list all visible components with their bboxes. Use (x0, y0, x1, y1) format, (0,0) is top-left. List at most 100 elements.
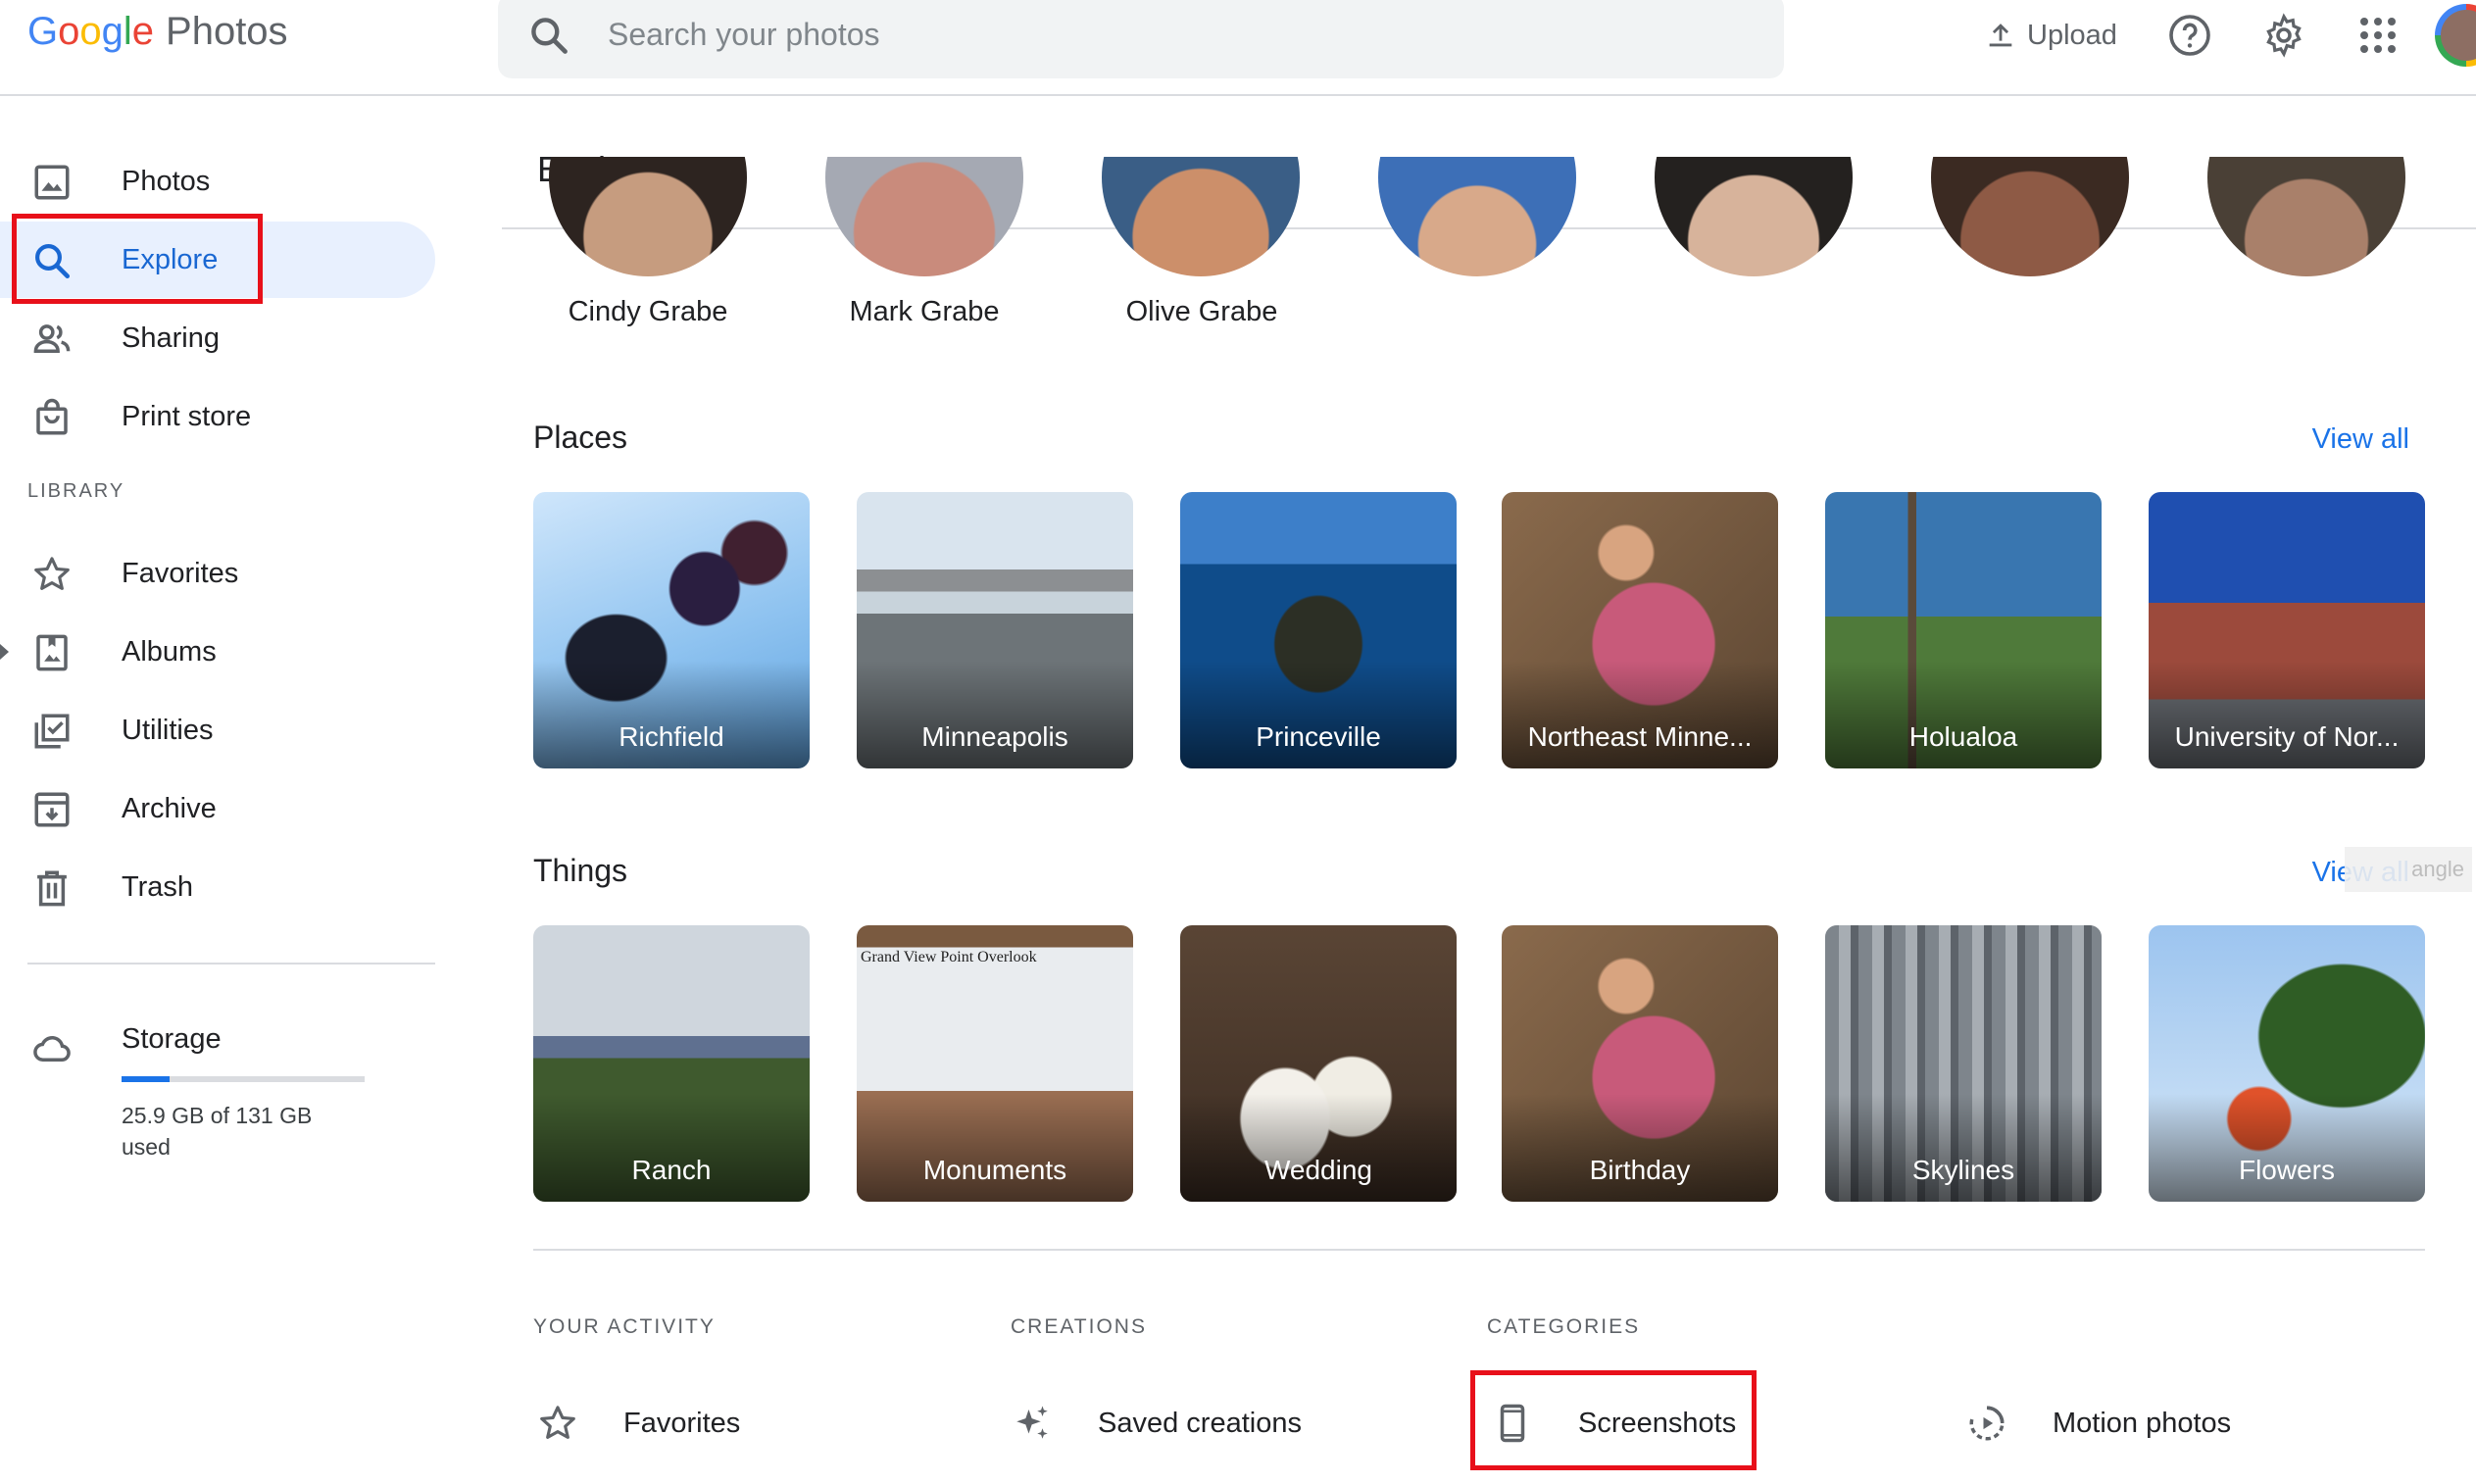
sidebar-item-print-store[interactable]: Print store (0, 378, 435, 455)
sidebar-item-favorites[interactable]: Favorites (0, 535, 435, 612)
tile-label: Richfield (619, 721, 724, 752)
tile-label: Northeast Minne... (1527, 721, 1753, 752)
logo-letter: o (58, 10, 80, 53)
thing-tile-wedding[interactable]: Wedding (1180, 925, 1457, 1202)
places-view-all-link[interactable]: View all (2312, 423, 2409, 456)
section-divider (533, 1249, 2425, 1251)
tile-label: University of Nor... (2174, 721, 2400, 752)
tile-label: Flowers (2238, 1155, 2335, 1185)
storage-usage-bar (122, 1076, 365, 1082)
sidebar-divider (27, 963, 435, 965)
place-tile-university[interactable]: University of Nor... (2149, 492, 2425, 768)
face-image (825, 157, 1023, 276)
motion-photos-label: Motion photos (2053, 1407, 2232, 1439)
monument-sign-caption: Grand View Point Overlook (861, 949, 1037, 965)
sidebar-item-trash[interactable]: Trash (0, 849, 435, 925)
search-bar[interactable] (498, 0, 1784, 78)
face-image (1102, 157, 1300, 276)
place-tile-holualoa[interactable]: Holualoa (1825, 492, 2102, 768)
sparkle-icon (1016, 1406, 1048, 1439)
sidebar-item-label: Utilities (122, 714, 214, 746)
place-tile-minneapolis[interactable]: Minneapolis (857, 492, 1133, 768)
google-photos-logo[interactable]: Google Photos (27, 6, 288, 57)
search-input[interactable] (606, 6, 1737, 63)
person-face[interactable] (1655, 157, 1853, 278)
activity-favorites-item[interactable]: Favorites (537, 1392, 740, 1455)
sidebar-item-albums[interactable]: Albums (0, 614, 435, 690)
star-icon (34, 557, 70, 590)
face-image (549, 157, 747, 276)
people-icon (33, 324, 71, 353)
tile-label: Holualoa (1908, 721, 2018, 752)
place-tile-princeville[interactable]: Princeville (1180, 492, 1457, 768)
tile-label: Ranch (631, 1155, 712, 1185)
person-face[interactable] (825, 157, 1023, 278)
logo-letter: G (27, 10, 59, 53)
sidebar-item-label: Photos (122, 165, 211, 197)
archive-icon (34, 792, 70, 827)
tile-label: Birthday (1589, 1155, 1691, 1185)
thing-tile-monuments[interactable]: Grand View Point Overlook Monuments (857, 925, 1133, 1202)
apps-grid-icon[interactable] (2354, 12, 2402, 59)
person-face[interactable] (1931, 157, 2129, 278)
logo-letter: g (101, 10, 124, 53)
sidebar-item-label: Albums (122, 635, 217, 668)
activity-favorites-label: Favorites (623, 1407, 741, 1439)
logo-product-name: Photos (166, 10, 288, 53)
help-icon[interactable] (2166, 12, 2213, 59)
person-face[interactable] (1102, 157, 1300, 278)
face-image (1931, 157, 2129, 276)
search-icon[interactable] (527, 14, 570, 57)
sidebar-item-sharing[interactable]: Sharing (0, 300, 435, 376)
sidebar-item-photos[interactable]: Photos (0, 143, 435, 220)
thing-tile-flowers[interactable]: Flowers (2149, 925, 2425, 1202)
settings-gear-icon[interactable] (2260, 12, 2307, 59)
places-section-title: Places (533, 420, 628, 455)
person-face[interactable] (2207, 157, 2405, 278)
face-image (1655, 157, 1853, 276)
things-section-title: Things (533, 853, 628, 888)
tile-label: Wedding (1263, 1155, 1372, 1185)
sidebar-item-label: Print store (122, 400, 252, 432)
tile-label: Minneapolis (921, 721, 1068, 752)
face-image (2207, 157, 2405, 276)
categories-heading: CATEGORIES (1487, 1315, 1641, 1338)
sidebar-item-archive[interactable]: Archive (0, 770, 435, 847)
storage-usage-fill (122, 1076, 171, 1082)
highlight-box-explore (12, 214, 263, 304)
utilities-icon (34, 714, 70, 749)
person-face[interactable] (549, 157, 747, 278)
upload-button[interactable]: Upload (1984, 14, 2117, 57)
account-avatar[interactable] (2435, 4, 2476, 67)
sidebar-item-label: Sharing (122, 322, 220, 354)
photo-icon (34, 165, 70, 200)
star-icon (540, 1406, 575, 1439)
album-icon (36, 634, 68, 671)
person-name[interactable]: Olive Grabe (1074, 296, 1329, 328)
storage-usage-text: 25.9 GB of 131 GB used (122, 1103, 313, 1160)
tile-label: Monuments (922, 1155, 1067, 1185)
sidebar-item-utilities[interactable]: Utilities (0, 692, 435, 768)
place-tile-richfield[interactable]: Richfield (533, 492, 810, 768)
person-name[interactable]: Cindy Grabe (520, 296, 775, 328)
highlight-box-screenshots (1470, 1370, 1757, 1470)
motion-photo-icon (1969, 1406, 2005, 1441)
saved-creations-label: Saved creations (1098, 1407, 1302, 1439)
saved-creations-item[interactable]: Saved creations (1012, 1392, 1302, 1455)
library-section-label: LIBRARY (27, 480, 125, 502)
thing-tile-skylines[interactable]: Skylines (1825, 925, 2102, 1202)
your-activity-heading: YOUR ACTIVITY (533, 1315, 716, 1338)
upload-label: Upload (2027, 19, 2117, 51)
tile-label: Skylines (1911, 1155, 2015, 1185)
logo-letter: o (79, 10, 102, 53)
thing-tile-birthday[interactable]: Birthday (1502, 925, 1778, 1202)
top-app-bar: Google Photos Upload (0, 0, 2476, 96)
person-name[interactable]: Mark Grabe (797, 296, 1052, 328)
person-face[interactable] (1378, 157, 1576, 278)
category-motion-photos-item[interactable]: Motion photos (1966, 1392, 2231, 1455)
cloud-icon (33, 1035, 71, 1062)
storage-label[interactable]: Storage (122, 1023, 222, 1056)
thing-tile-ranch[interactable]: Ranch (533, 925, 810, 1202)
place-tile-northeast-minneapolis[interactable]: Northeast Minne... (1502, 492, 1778, 768)
sidebar-item-label: Archive (122, 792, 217, 824)
